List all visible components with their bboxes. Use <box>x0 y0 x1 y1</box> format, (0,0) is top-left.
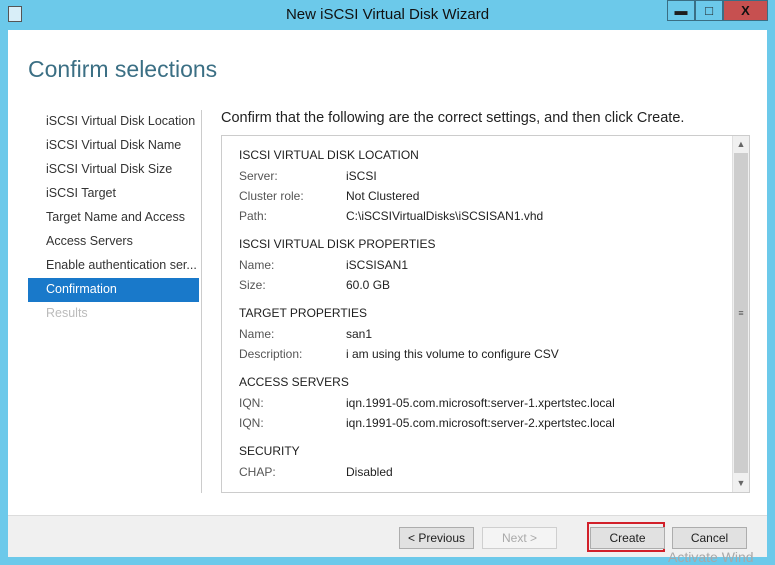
section-title: SECURITY <box>239 444 300 458</box>
property-row: Server: iSCSI <box>239 166 729 186</box>
property-value: 60.0 GB <box>346 278 391 292</box>
property-label: IQN: <box>239 416 264 430</box>
wizard-steps: iSCSI Virtual Disk Location iSCSI Virtual… <box>28 110 199 326</box>
property-label: Name: <box>239 258 275 272</box>
property-row: Description: i am using this volume to co… <box>239 344 729 364</box>
scroll-down-icon[interactable]: ▼ <box>733 475 749 492</box>
property-row: Path: C:\iSCSIVirtualDisks\iSCSISAN1.vhd <box>239 206 729 226</box>
property-label: Server: <box>239 169 278 183</box>
property-row: Name: iSCSISAN1 <box>239 255 729 275</box>
section-title: ISCSI VIRTUAL DISK PROPERTIES <box>239 237 436 251</box>
nav-item[interactable]: Confirmation <box>28 278 199 302</box>
nav-item: Results <box>46 306 88 320</box>
property-label: CHAP: <box>239 465 276 479</box>
property-value: i am using this volume to configure CSV <box>346 347 559 361</box>
maximize-button[interactable]: □ <box>695 0 723 21</box>
property-row: IQN: iqn.1991-05.com.microsoft:server-2.x… <box>239 413 729 433</box>
confirmation-summary: ISCSI VIRTUAL DISK LOCATION Server: iSCSI C… <box>221 135 750 493</box>
property-label: Cluster role: <box>239 189 304 203</box>
nav-item[interactable]: iSCSI Target <box>28 182 199 206</box>
nav-item[interactable]: Access Servers <box>28 230 199 254</box>
nav-item[interactable]: Enable authentication ser... <box>28 254 199 278</box>
page-title: Confirm selections <box>28 56 218 82</box>
property-value: san1 <box>346 327 373 341</box>
create-button[interactable]: Create <box>590 527 665 549</box>
property-value: C:\iSCSIVirtualDisks\iSCSISAN1.vhd <box>346 209 544 223</box>
activation-watermark: Activate Wind <box>668 549 754 565</box>
property-label: Name: <box>239 327 275 341</box>
property-row: Name: san1 <box>239 324 729 344</box>
property-label: Size: <box>239 278 266 292</box>
nav-item[interactable]: iSCSI Virtual Disk Name <box>28 134 199 158</box>
scroll-up-icon[interactable]: ▲ <box>733 136 749 153</box>
property-value: iqn.1991-05.com.microsoft:server-1.xpert… <box>346 396 615 410</box>
property-value: iSCSI <box>346 169 377 183</box>
section-title: TARGET PROPERTIES <box>239 306 368 320</box>
nav-item[interactable]: iSCSI Virtual Disk Location <box>28 110 199 134</box>
minimize-button[interactable]: ▬ <box>667 0 695 21</box>
close-button[interactable]: X <box>723 0 768 21</box>
nav-item[interactable]: iSCSI Virtual Disk Size <box>28 158 199 182</box>
property-value: iqn.1991-05.com.microsoft:server-2.xpert… <box>346 416 615 430</box>
property-row: Cluster role: Not Clustered <box>239 186 729 206</box>
property-row: Size: 60.0 GB <box>239 275 729 295</box>
section-title: ISCSI VIRTUAL DISK LOCATION <box>239 148 419 162</box>
nav-item[interactable]: Target Name and Access <box>28 206 199 230</box>
divider <box>201 110 202 493</box>
wizard-body: Confirm selections iSCSI Virtual Disk Lo… <box>8 30 767 565</box>
button-bar: < Previous Next > Create Cancel Activate… <box>8 515 767 565</box>
property-row: IQN: iqn.1991-05.com.microsoft:server-1.x… <box>239 393 729 413</box>
property-label: Description: <box>239 347 303 361</box>
property-row: CHAP: Disabled <box>239 462 729 482</box>
next-button[interactable]: Next > <box>482 527 557 549</box>
property-value: iSCSISAN1 <box>346 258 409 272</box>
cancel-button[interactable]: Cancel <box>672 527 747 549</box>
title-bar: New iSCSI Virtual Disk Wizard ▬ □ X <box>0 0 775 30</box>
scroll-thumb[interactable]: ≡ <box>734 153 748 473</box>
window-title: New iSCSI Virtual Disk Wizard <box>285 6 490 23</box>
property-value: Disabled <box>346 465 393 479</box>
instructions: Confirm that the following are the corre… <box>221 110 685 126</box>
property-value: Not Clustered <box>346 189 420 203</box>
property-label: Path: <box>239 209 268 223</box>
previous-button[interactable]: < Previous <box>399 527 474 549</box>
vertical-scrollbar[interactable]: ▲ ≡ ▼ <box>732 136 749 492</box>
property-label: IQN: <box>239 396 264 410</box>
section-title: ACCESS SERVERS <box>239 375 349 389</box>
